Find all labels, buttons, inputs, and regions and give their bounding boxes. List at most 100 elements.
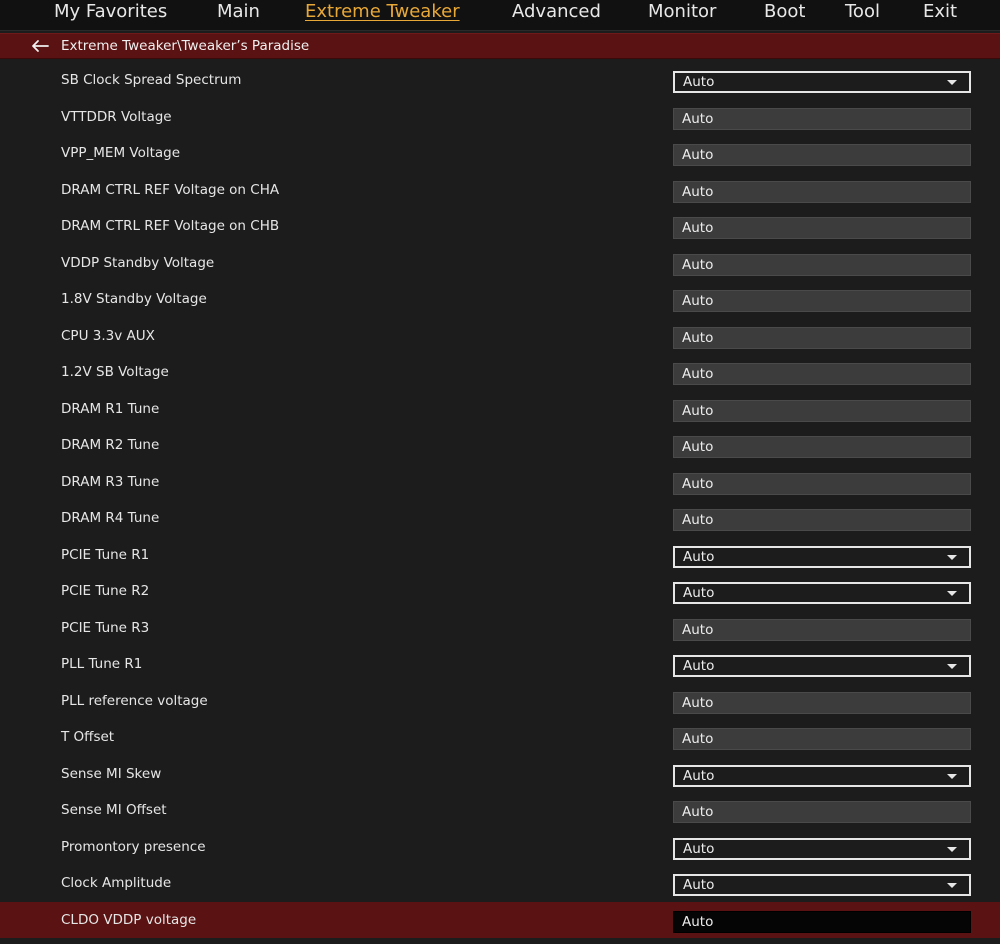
setting-label: PLL Tune R1 <box>61 656 143 672</box>
setting-label: PCIE Tune R3 <box>61 619 150 636</box>
setting-dropdown[interactable]: Auto <box>673 764 971 787</box>
setting-dropdown[interactable]: Auto <box>673 582 971 604</box>
chevron-down-icon <box>947 80 957 85</box>
tab-extreme-tweaker[interactable]: Extreme Tweaker <box>305 0 460 24</box>
setting-row[interactable]: Promontory presence Auto <box>0 829 1000 866</box>
setting-dropdown[interactable]: Auto <box>673 874 971 896</box>
setting-label: DRAM R1 Tune <box>61 400 160 417</box>
setting-row[interactable]: PLL reference voltage Auto <box>0 683 1000 720</box>
setting-row[interactable]: VDDP Standby Voltage Auto <box>0 245 1000 282</box>
setting-label: 1.2V SB Voltage <box>61 364 169 380</box>
setting-label: SB Clock Spread Spectrum <box>61 72 242 88</box>
setting-dropdown[interactable]: Auto <box>673 545 971 568</box>
tab-monitor[interactable]: Monitor <box>648 0 716 24</box>
setting-label: VTTDDR Voltage <box>61 108 172 125</box>
breadcrumb: Extreme Tweaker\Tweaker’s Paradise <box>0 33 1000 59</box>
setting-value: Auto <box>682 621 714 638</box>
setting-value: Auto <box>682 110 714 127</box>
setting-value-field[interactable]: Auto <box>673 618 971 641</box>
setting-row[interactable]: VPP_MEM Voltage Auto <box>0 135 1000 172</box>
setting-label: VPP_MEM Voltage <box>61 145 181 161</box>
tab-main[interactable]: Main <box>217 0 260 24</box>
setting-row[interactable]: PLL Tune R1 Auto <box>0 646 1000 683</box>
chevron-down-icon <box>947 846 957 852</box>
setting-row[interactable]: 1.8V Standby Voltage Auto <box>0 281 1000 318</box>
setting-value: Auto <box>683 548 715 565</box>
tab-exit[interactable]: Exit <box>923 0 957 24</box>
setting-label: Promontory presence <box>61 838 206 855</box>
setting-dropdown[interactable]: Auto <box>673 71 971 93</box>
tab-advanced[interactable]: Advanced <box>512 0 601 24</box>
arrow-left-icon[interactable] <box>30 38 50 54</box>
setting-label: CPU 3.3v AUX <box>61 327 155 344</box>
setting-value-field[interactable]: Auto <box>673 691 971 714</box>
setting-row[interactable]: PCIE Tune R2 Auto <box>0 573 1000 610</box>
setting-label: VDDP Standby Voltage <box>61 254 215 271</box>
setting-label: DRAM CTRL REF Voltage on CHA <box>61 181 280 198</box>
setting-value-field[interactable]: Auto <box>673 363 971 385</box>
tab-tool[interactable]: Tool <box>845 0 880 24</box>
setting-value-field[interactable]: Auto <box>673 326 971 349</box>
setting-row[interactable]: Sense MI Offset Auto <box>0 792 1000 829</box>
setting-dropdown[interactable]: Auto <box>673 655 971 677</box>
setting-row[interactable]: DRAM R3 Tune Auto <box>0 464 1000 501</box>
setting-dropdown[interactable]: Auto <box>673 837 971 860</box>
settings-list: SB Clock Spread Spectrum Auto VTTDDR Volta… <box>0 62 1000 938</box>
setting-value-field[interactable]: Auto <box>673 509 971 531</box>
setting-value-field[interactable]: Auto <box>673 144 971 166</box>
setting-label: Clock Amplitude <box>61 875 172 891</box>
setting-value: Auto <box>683 840 715 857</box>
setting-value: Auto <box>682 475 714 492</box>
setting-row[interactable]: SB Clock Spread Spectrum Auto <box>0 62 1000 99</box>
setting-value: Auto <box>683 658 715 674</box>
setting-value: Auto <box>682 147 714 163</box>
setting-row[interactable]: DRAM R1 Tune Auto <box>0 391 1000 428</box>
setting-label: CLDO VDDP voltage <box>61 911 197 928</box>
setting-value-field[interactable]: Auto <box>673 728 971 750</box>
setting-label: T Offset <box>61 729 115 745</box>
setting-value: Auto <box>682 512 714 528</box>
setting-row[interactable]: PCIE Tune R1 Auto <box>0 537 1000 574</box>
setting-label: Sense MI Offset <box>61 802 167 818</box>
setting-label: PCIE Tune R1 <box>61 546 150 563</box>
setting-value-field[interactable]: Auto <box>673 107 971 130</box>
setting-value-field[interactable]: Auto <box>673 217 971 239</box>
setting-value-field[interactable]: Auto <box>673 290 971 312</box>
setting-value-field[interactable]: Auto <box>673 801 971 823</box>
chevron-down-icon <box>947 773 957 779</box>
top-menu-bar: My Favorites Main Extreme Tweaker Advanc… <box>0 0 1000 31</box>
setting-row[interactable]: 1.2V SB Voltage Auto <box>0 354 1000 391</box>
setting-value: Auto <box>683 74 715 90</box>
tab-my-favorites[interactable]: My Favorites <box>54 0 167 24</box>
setting-label: DRAM R4 Tune <box>61 510 160 526</box>
tab-boot[interactable]: Boot <box>764 0 805 24</box>
setting-value: Auto <box>683 585 715 601</box>
setting-value: Auto <box>682 694 714 711</box>
setting-row[interactable]: PCIE Tune R3 Auto <box>0 610 1000 647</box>
setting-row[interactable]: T Offset Auto <box>0 719 1000 756</box>
setting-row[interactable]: CLDO VDDP voltage Auto <box>0 901 1000 938</box>
setting-row[interactable]: DRAM CTRL REF Voltage on CHA Auto <box>0 172 1000 209</box>
setting-row[interactable]: CPU 3.3v AUX Auto <box>0 318 1000 355</box>
chevron-down-icon <box>947 591 957 596</box>
setting-row[interactable]: DRAM R4 Tune Auto <box>0 500 1000 537</box>
setting-row[interactable]: DRAM CTRL REF Voltage on CHB Auto <box>0 208 1000 245</box>
setting-row[interactable]: Sense MI Skew Auto <box>0 756 1000 793</box>
setting-value: Auto <box>682 439 714 455</box>
setting-label: Sense MI Skew <box>61 765 162 782</box>
setting-value: Auto <box>682 293 714 309</box>
setting-value-field[interactable]: Auto <box>673 180 971 203</box>
setting-row[interactable]: DRAM R2 Tune Auto <box>0 427 1000 464</box>
setting-value: Auto <box>682 804 714 820</box>
setting-value-field[interactable]: Auto <box>673 472 971 495</box>
chevron-down-icon <box>947 883 957 888</box>
setting-row[interactable]: Clock Amplitude Auto <box>0 865 1000 902</box>
setting-value-field[interactable]: Auto <box>673 910 971 933</box>
setting-value: Auto <box>682 329 714 346</box>
setting-value-field[interactable]: Auto <box>673 436 971 458</box>
setting-value-field[interactable]: Auto <box>673 253 971 276</box>
setting-row[interactable]: VTTDDR Voltage Auto <box>0 99 1000 136</box>
setting-value: Auto <box>682 913 714 930</box>
setting-value-field[interactable]: Auto <box>673 399 971 422</box>
setting-value: Auto <box>682 366 714 382</box>
